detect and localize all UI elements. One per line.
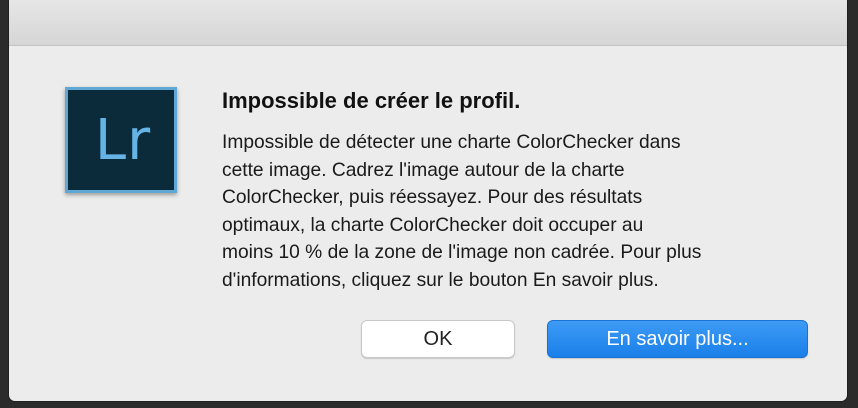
message-line: optimaux, la charte ColorChecker doit oc… [222,214,644,236]
message-line: d'informations, cliquez sur le bouton En… [222,269,659,291]
message-line: cette image. Cadrez l'image autour de la… [222,159,625,181]
message-line: moins 10 % de la zone de l'image non cad… [222,242,702,264]
dialog-message: Impossible de détecter une charte ColorC… [222,129,822,295]
dialog-titlebar[interactable] [9,0,847,46]
lightroom-icon: Lr [65,87,177,193]
message-line: Impossible de détecter une charte ColorC… [222,132,681,153]
app-icon-label: Lr [94,107,152,173]
ok-button[interactable]: OK [361,320,515,358]
learn-more-button[interactable]: En savoir plus... [547,320,808,358]
alert-dialog: Lr Impossible de créer le profil. Imposs… [9,0,847,401]
message-line: ColorChecker, puis réessayez. Pour des r… [222,187,643,209]
dialog-title: Impossible de créer le profil. [222,88,521,113]
